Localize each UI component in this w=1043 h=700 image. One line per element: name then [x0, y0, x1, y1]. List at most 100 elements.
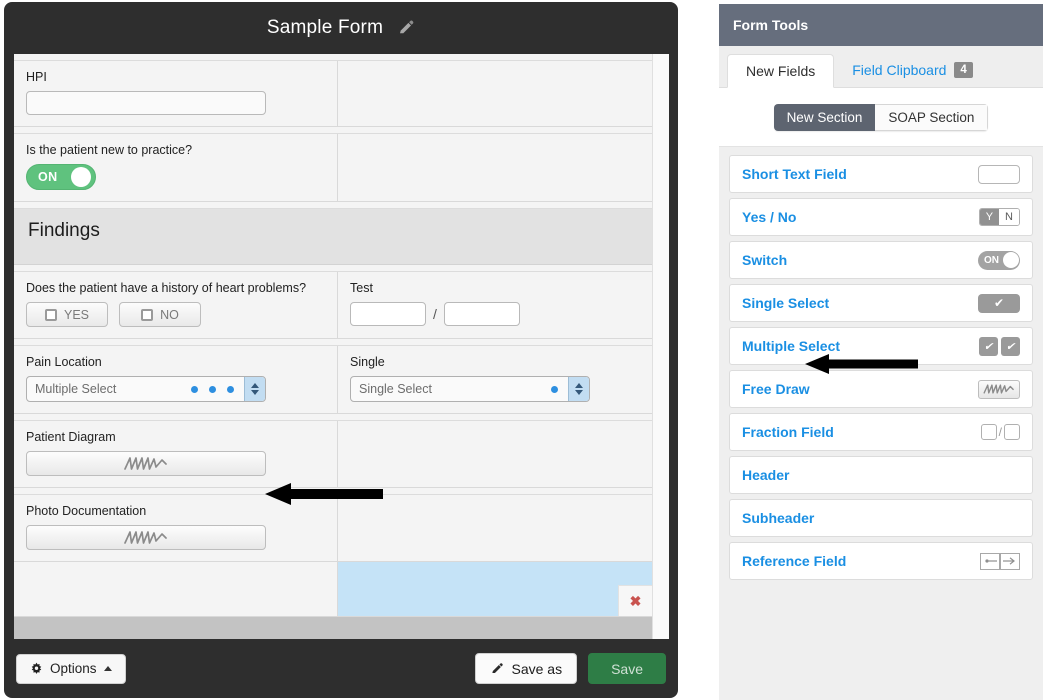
scribble-icon	[124, 457, 167, 470]
checkbox-icon	[44, 308, 57, 321]
fraction-numerator-input[interactable]	[350, 302, 426, 326]
soap-section-button[interactable]: SOAP Section	[875, 103, 989, 131]
form-tools-panel: Form Tools New Fields Field Clipboard 4 …	[719, 4, 1043, 700]
field-item-switch[interactable]: Switch ON	[729, 241, 1033, 279]
no-button[interactable]: NO	[119, 302, 201, 327]
field-item-label: Single Select	[742, 295, 830, 311]
form-canvas-scrollbar[interactable]	[652, 54, 669, 639]
form-row-heart-history[interactable]: Does the patient have a history of heart…	[14, 272, 652, 339]
field-item-label: Switch	[742, 252, 788, 268]
form-canvas: HPI Is the patient new to practice? ON F…	[14, 54, 652, 639]
field-item-label: Subheader	[742, 510, 815, 526]
segment-label: New Section	[786, 109, 863, 125]
close-icon: ✖	[629, 593, 642, 609]
field-label-single: Single	[350, 355, 385, 369]
field-item-multiple-select[interactable]: Multiple Select ✔ ✔	[729, 327, 1033, 365]
field-item-single-select[interactable]: Single Select ✔	[729, 284, 1033, 322]
field-item-label: Header	[742, 467, 790, 483]
field-item-subheader[interactable]: Subheader	[729, 499, 1033, 537]
options-label: Options	[50, 661, 97, 676]
fraction-group: /	[350, 302, 640, 326]
single-select-preview-icon: ✔	[978, 293, 1020, 313]
hpi-input[interactable]	[26, 91, 266, 115]
tab-label: Field Clipboard	[852, 62, 947, 78]
form-cell-right[interactable]	[338, 61, 652, 126]
tab-field-clipboard[interactable]: Field Clipboard 4	[834, 53, 991, 87]
patient-diagram-draw-button[interactable]	[26, 451, 266, 476]
new-patient-switch[interactable]: ON	[26, 164, 96, 190]
form-cell-right[interactable]	[338, 134, 652, 201]
footer-actions: Save as Save	[475, 653, 666, 684]
canvas-empty-area	[14, 617, 652, 639]
no-glyph: N	[999, 209, 1019, 225]
row-spacer	[14, 54, 652, 61]
row-spacer	[14, 265, 652, 272]
screen-root: Sample Form HPI Is the patient new to pr…	[0, 0, 1043, 700]
form-cell-left: Does the patient have a history of heart…	[14, 272, 338, 338]
options-button[interactable]: Options	[16, 653, 126, 684]
form-canvas-scroll[interactable]: HPI Is the patient new to practice? ON F…	[14, 54, 669, 639]
fraction-separator: /	[433, 306, 437, 322]
form-row-pain-location[interactable]: Pain Location Multiple Select Single Sin…	[14, 346, 652, 414]
form-cell-right: Test /	[338, 272, 652, 338]
form-row-new-patient[interactable]: Is the patient new to practice? ON	[14, 134, 652, 202]
save-as-button[interactable]: Save as	[475, 653, 578, 684]
new-section-button[interactable]: New Section	[773, 103, 876, 131]
form-row-patient-diagram[interactable]: Patient Diagram	[14, 421, 652, 488]
photo-documentation-draw-button[interactable]	[26, 525, 266, 550]
field-label-test: Test	[350, 281, 373, 295]
field-item-label: Free Draw	[742, 381, 810, 397]
form-row-photo-documentation[interactable]: Photo Documentation	[14, 495, 652, 562]
form-cell-left: HPI	[14, 61, 338, 126]
form-cell-left: Photo Documentation	[14, 495, 338, 561]
delete-field-button[interactable]: ✖	[618, 585, 652, 616]
single-select[interactable]: Single Select	[350, 376, 590, 402]
field-item-header[interactable]: Header	[729, 456, 1033, 494]
fraction-preview-icon: /	[980, 424, 1020, 440]
form-row-selected-empty[interactable]: ✖	[14, 562, 652, 617]
field-item-fraction[interactable]: Fraction Field /	[729, 413, 1033, 451]
scribble-icon	[124, 531, 167, 544]
row-spacer	[14, 202, 652, 209]
save-button[interactable]: Save	[588, 653, 666, 684]
tab-label: New Fields	[746, 63, 816, 79]
fraction-denominator-input[interactable]	[443, 302, 520, 326]
caret-down-icon	[575, 390, 583, 395]
form-section-findings[interactable]: Findings	[14, 209, 652, 265]
yes-glyph: Y	[979, 209, 1000, 225]
yes-no-preview-icon: Y N	[978, 208, 1020, 226]
form-tools-tabs: New Fields Field Clipboard 4	[719, 46, 1043, 88]
segmented-control: New Section SOAP Section	[773, 103, 989, 131]
field-item-label: Short Text Field	[742, 166, 847, 182]
field-item-label: Yes / No	[742, 209, 797, 225]
check-icon: ✔	[1001, 336, 1020, 356]
pencil-icon	[492, 662, 504, 673]
pencil-icon[interactable]	[397, 19, 415, 37]
pain-location-select[interactable]: Multiple Select	[26, 376, 266, 402]
spinner-icon[interactable]	[568, 377, 589, 401]
field-item-yes-no[interactable]: Yes / No Y N	[729, 198, 1033, 236]
yes-label: YES	[63, 307, 89, 322]
gear-icon	[31, 662, 42, 674]
form-cell-right: Single Single Select	[338, 346, 652, 413]
form-cell-left[interactable]	[14, 562, 338, 616]
section-title-findings: Findings	[28, 220, 100, 241]
form-cell-right-selected[interactable]: ✖	[338, 562, 652, 616]
form-cell-right[interactable]	[338, 495, 652, 561]
field-item-free-draw[interactable]: Free Draw	[729, 370, 1033, 408]
tab-new-fields[interactable]: New Fields	[727, 54, 835, 88]
field-item-reference[interactable]: Reference Field	[729, 542, 1033, 580]
form-cell-left: Patient Diagram	[14, 421, 338, 487]
field-item-short-text[interactable]: Short Text Field	[729, 155, 1033, 193]
fraction-box-icon	[980, 424, 997, 440]
spinner-icon[interactable]	[244, 377, 265, 401]
no-label: NO	[160, 307, 179, 322]
yes-button[interactable]: YES	[26, 302, 108, 327]
section-type-toggle: New Section SOAP Section	[719, 88, 1043, 147]
option-dot	[551, 385, 558, 393]
form-cell-right[interactable]	[338, 421, 652, 487]
form-cell-left: Is the patient new to practice? ON	[14, 134, 338, 201]
select-option-dots	[551, 385, 568, 393]
option-dot	[209, 385, 216, 393]
form-row-hpi[interactable]: HPI	[14, 61, 652, 127]
